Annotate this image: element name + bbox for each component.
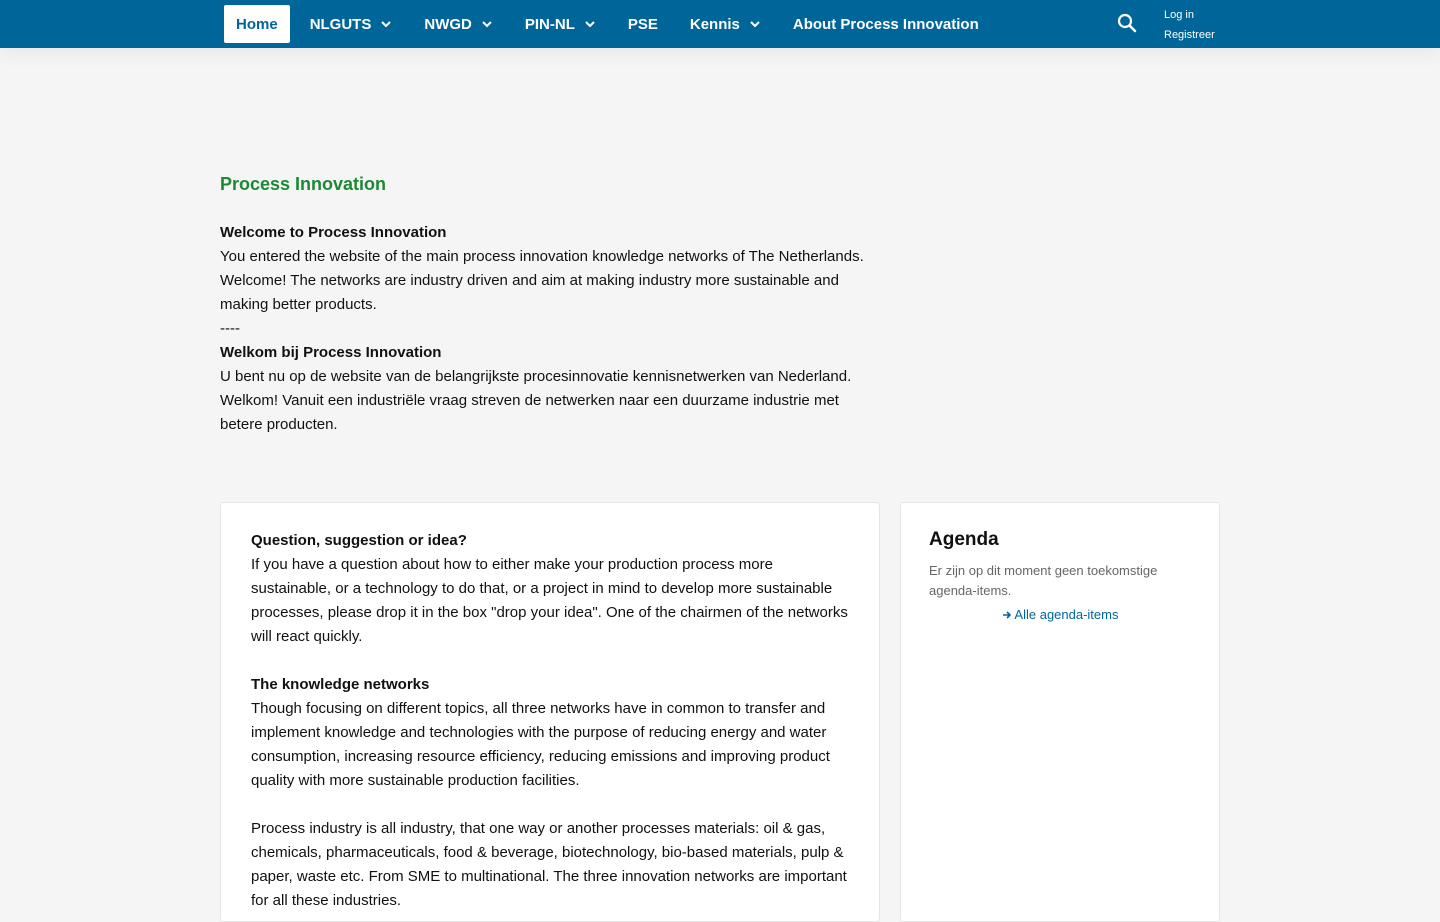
intro-nl-heading: Welkom bij Process Innovation	[220, 344, 442, 361]
agenda-link-label: Alle agenda-items	[1014, 607, 1119, 622]
nav-item-label: Home	[236, 15, 278, 33]
nav-item-pin-nl[interactable]: PIN-NL	[513, 5, 608, 43]
agenda-card: Agenda Er zijn op dit moment geen toekom…	[900, 502, 1220, 922]
nav-item-nlguts[interactable]: NLGUTS	[298, 5, 405, 43]
networks-text: Though focusing on different topics, all…	[251, 700, 830, 789]
industry-text: Process industry is all industry, that o…	[251, 820, 847, 909]
register-link[interactable]: Registreer	[1164, 25, 1215, 45]
nav-item-label: PIN-NL	[524, 15, 575, 33]
networks-heading: The knowledge networks	[251, 676, 430, 693]
intro-en-heading: Welcome to Process Innovation	[220, 224, 447, 241]
search-button[interactable]	[1116, 12, 1138, 34]
login-link[interactable]: Log in	[1164, 5, 1215, 25]
nav-item-kennis[interactable]: Kennis	[678, 5, 773, 43]
agenda-empty-text: Er zijn op dit moment geen toekomstige a…	[929, 563, 1158, 598]
industry-block: Process industry is all industry, that o…	[251, 817, 849, 913]
chevron-down-icon	[584, 18, 596, 30]
chevron-down-icon	[481, 18, 493, 30]
search-icon	[1116, 13, 1138, 38]
arrow-right-icon	[1002, 607, 1015, 622]
chevron-down-icon	[380, 18, 392, 30]
nav-item-pse[interactable]: PSE	[616, 5, 670, 43]
nav-item-label: PSE	[627, 15, 658, 33]
nav-item-label: NLGUTS	[309, 15, 372, 33]
nav-item-label: NWGD	[424, 15, 472, 33]
page-title: Process Innovation	[220, 174, 387, 194]
intro-en-text: You entered the website of the main proc…	[220, 248, 864, 313]
agenda-title: Agenda	[929, 529, 999, 550]
chevron-down-icon	[749, 18, 761, 30]
question-text: If you have a question about how to eith…	[251, 556, 848, 645]
nav-item-label: About Process Innovation	[792, 15, 979, 33]
nav-item-nwgd[interactable]: NWGD	[412, 5, 505, 43]
nav-item-home[interactable]: Home	[224, 5, 290, 43]
main-nav: Home NLGUTS NWGD PIN-NL PSE Kennis About…	[224, 5, 999, 43]
question-block: Question, suggestion or idea? If you hav…	[251, 529, 849, 649]
networks-block: The knowledge networks Though focusing o…	[251, 673, 849, 793]
top-navigation-bar: Home NLGUTS NWGD PIN-NL PSE Kennis About…	[0, 0, 1440, 48]
question-heading: Question, suggestion or idea?	[251, 532, 467, 549]
account-links: Log in Registreer	[1164, 5, 1215, 45]
nav-item-label: Kennis	[689, 15, 740, 33]
intro-nl-text: U bent nu op de website van de belangrij…	[220, 368, 852, 433]
nav-item-about[interactable]: About Process Innovation	[781, 5, 991, 43]
intro-separator: ----	[220, 320, 240, 337]
all-agenda-items-link[interactable]: Alle agenda-items	[929, 607, 1191, 622]
intro-section: Process Innovation Welcome to Process In…	[220, 174, 880, 437]
main-content-card: Question, suggestion or idea? If you hav…	[220, 502, 880, 922]
